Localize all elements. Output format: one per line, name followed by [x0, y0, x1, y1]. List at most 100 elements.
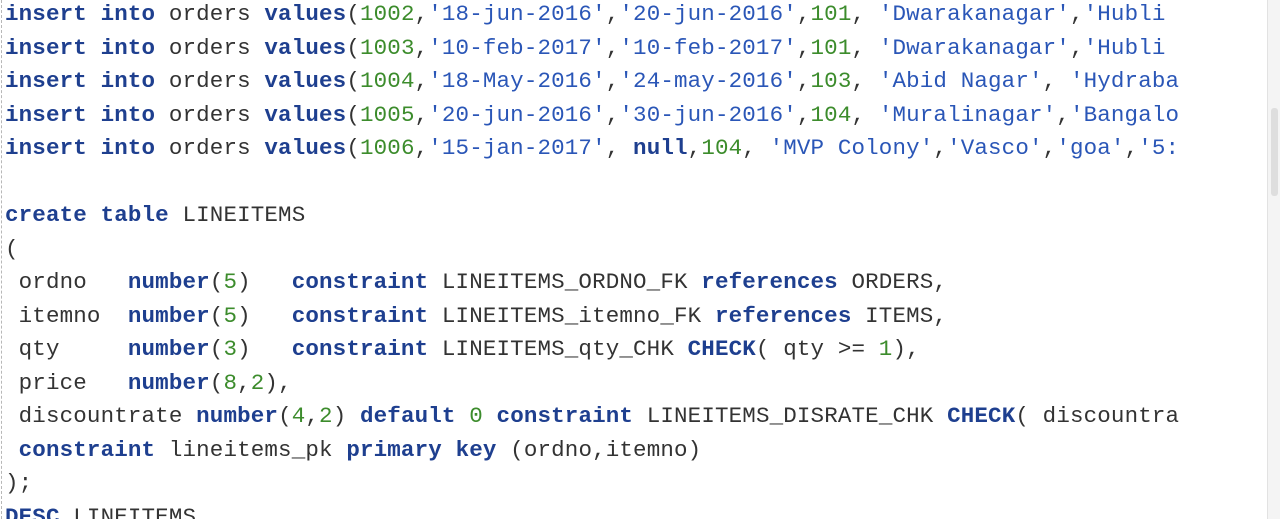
scrollbar-thumb[interactable]	[1271, 108, 1278, 196]
sql-keyword: CHECK	[947, 403, 1016, 429]
sql-text: ,	[1069, 34, 1084, 61]
sql-keyword: into	[100, 1, 156, 27]
sql-number: 103	[810, 68, 852, 94]
sql-text: ,	[851, 101, 879, 128]
sql-string: 'Hubli	[1083, 1, 1166, 27]
sql-text: lineitems_pk	[155, 436, 347, 463]
code-line[interactable]: create table LINEITEMS	[5, 199, 1268, 233]
sql-text: price	[5, 369, 128, 396]
sql-string: 'Bangalo	[1069, 101, 1180, 128]
sql-keyword: primary	[346, 436, 442, 463]
sql-text: ,	[1042, 68, 1070, 94]
sql-string: 'goa'	[1056, 135, 1125, 161]
code-line[interactable]: );	[5, 467, 1268, 501]
sql-string: 'Muralinagar'	[878, 101, 1057, 128]
sql-number: 5	[223, 302, 238, 329]
sql-keyword: number	[196, 403, 279, 429]
code-area[interactable]: insert into orders values(1002,'18-jun-2…	[5, 0, 1268, 519]
code-line[interactable]: itemno number(5) constraint LINEITEMS_it…	[5, 300, 1268, 334]
sql-text: orders	[155, 1, 265, 27]
sql-keyword: constraint	[291, 336, 429, 362]
sql-keyword: key	[455, 436, 497, 463]
sql-keyword: values	[264, 1, 347, 27]
sql-editor[interactable]: insert into orders values(1002,'18-jun-2…	[0, 0, 1280, 519]
sql-string: 'Vasco'	[947, 135, 1043, 161]
sql-text: orders	[155, 68, 265, 94]
code-line[interactable]: ordno number(5) constraint LINEITEMS_ORD…	[5, 266, 1268, 300]
sql-keyword: null	[633, 135, 688, 161]
sql-text: ,	[414, 34, 429, 61]
sql-text: ,	[742, 135, 770, 161]
sql-string: '10-feb-2017'	[428, 34, 606, 61]
sql-number: 1004	[359, 68, 415, 94]
sql-number: 1005	[359, 101, 415, 128]
code-line[interactable]: insert into orders values(1004,'18-May-2…	[5, 65, 1268, 99]
sql-text: orders	[155, 101, 265, 128]
code-line[interactable]: price number(8,2),	[5, 367, 1268, 401]
sql-text: ),	[892, 336, 920, 362]
code-line[interactable]: (	[5, 233, 1268, 267]
code-line[interactable]: insert into orders values(1002,'18-jun-2…	[5, 0, 1268, 32]
sql-text: LINEITEMS	[168, 202, 306, 228]
sql-text: ,	[414, 68, 429, 94]
sql-string: '20-jun-2016'	[428, 101, 606, 128]
sql-number: 104	[810, 101, 852, 128]
code-line[interactable]: qty number(3) constraint LINEITEMS_qty_C…	[5, 333, 1268, 367]
vertical-scrollbar[interactable]	[1267, 0, 1280, 519]
sql-number: 104	[701, 135, 743, 161]
code-line[interactable]: insert into orders values(1005,'20-jun-2…	[5, 99, 1268, 133]
sql-string: '5:	[1138, 135, 1180, 161]
sql-text: ,	[1042, 135, 1057, 161]
sql-string: 'MVP Colony'	[769, 135, 934, 161]
sql-text: )	[237, 269, 292, 295]
sql-keyword: number	[127, 269, 210, 295]
sql-keyword: number	[127, 336, 210, 362]
sql-keyword: constraint	[291, 302, 429, 329]
sql-string: '24-may-2016'	[619, 68, 797, 94]
sql-string: '15-jan-2017'	[428, 135, 606, 161]
sql-string: 'Hubli	[1083, 34, 1166, 61]
sql-number: 1006	[359, 135, 415, 161]
sql-number: 101	[810, 34, 852, 61]
sql-keyword: into	[100, 34, 156, 61]
sql-keyword: constraint	[496, 403, 634, 429]
sql-string: 'Dwarakanagar'	[878, 34, 1070, 61]
code-line[interactable]: insert into orders values(1003,'10-feb-2…	[5, 32, 1268, 66]
sql-string: 'Abid Nagar'	[878, 68, 1043, 94]
sql-keyword: table	[100, 202, 169, 228]
sql-text: ,	[414, 101, 429, 128]
sql-text: orders	[155, 135, 265, 161]
sql-text: (	[209, 369, 224, 396]
sql-number: 1	[878, 336, 893, 362]
code-line[interactable]: discountrate number(4,2) default 0 const…	[5, 400, 1268, 434]
sql-text: qty	[5, 336, 128, 362]
sql-keyword: number	[127, 302, 210, 329]
sql-text: (	[209, 269, 224, 295]
sql-keyword: into	[100, 68, 156, 94]
code-line[interactable]: constraint lineitems_pk primary key (ord…	[5, 434, 1268, 468]
sql-string: '30-jun-2016'	[619, 101, 797, 128]
sql-text: LINEITEMS	[59, 503, 197, 519]
sql-number: 0	[469, 403, 483, 429]
sql-keyword: constraint	[18, 436, 156, 463]
sql-text: ,	[605, 101, 620, 128]
sql-text: discountrate	[5, 403, 197, 429]
sql-number: 101	[810, 1, 852, 27]
sql-keyword: create	[5, 202, 87, 228]
sql-text: ,	[851, 34, 879, 61]
sql-text: );	[5, 470, 33, 496]
sql-text: ,	[1069, 1, 1084, 27]
code-line[interactable]	[5, 166, 1268, 200]
sql-keyword: insert	[5, 1, 87, 27]
code-line[interactable]: DESC LINEITEMS	[5, 501, 1268, 519]
sql-keyword: values	[264, 34, 347, 61]
sql-text: LINEITEMS_qty_CHK	[428, 336, 688, 362]
sql-text: )	[332, 403, 360, 429]
sql-string: '10-feb-2017'	[619, 34, 797, 61]
code-line[interactable]: insert into orders values(1006,'15-jan-2…	[5, 132, 1268, 166]
